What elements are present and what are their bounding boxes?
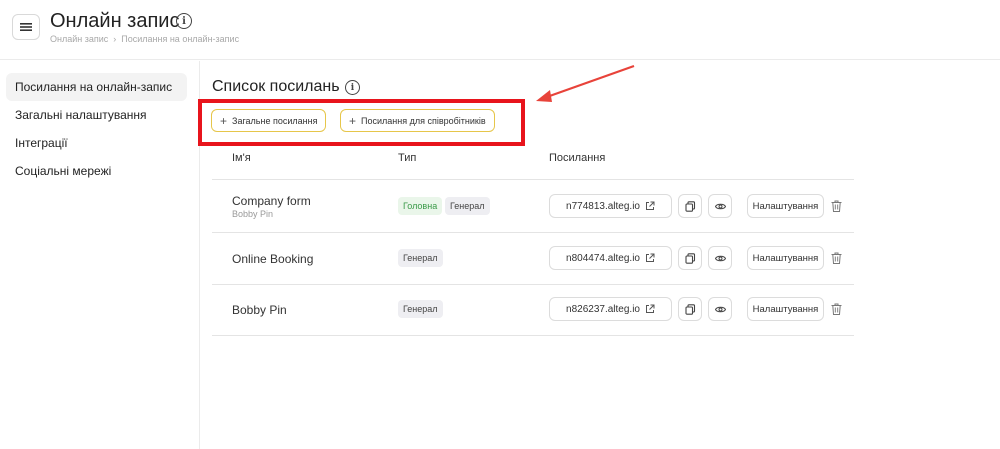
page-title: Онлайн запис	[50, 10, 180, 32]
divider	[212, 232, 854, 233]
copy-icon	[684, 303, 695, 315]
breadcrumb-item-links: Посилання на онлайн-запис	[121, 34, 240, 44]
link-field[interactable]: n804474.alteg.io	[549, 246, 672, 270]
column-header-type: Тип	[398, 152, 417, 164]
link-text: n826237.alteg.io	[566, 303, 640, 315]
eye-icon	[714, 203, 726, 209]
row-subtitle: Bobby Pin	[232, 209, 274, 219]
sidebar: Посилання на онлайн-запис Загальні налаш…	[0, 61, 200, 449]
tag-general: Генерал	[398, 249, 443, 267]
tag-main: Головна	[398, 197, 443, 215]
sidebar-item-integrations[interactable]: Інтеграції	[6, 129, 187, 157]
copy-button[interactable]	[678, 194, 702, 218]
external-link-icon[interactable]	[645, 253, 655, 263]
arrow-annotation	[536, 64, 635, 102]
copy-icon	[684, 200, 695, 212]
hamburger-icon	[20, 23, 32, 31]
trash-icon[interactable]	[831, 200, 842, 212]
eye-icon	[714, 255, 726, 261]
divider	[212, 179, 854, 180]
breadcrumb-item-online-booking[interactable]: Онлайн запис	[50, 34, 108, 44]
info-icon[interactable]: i	[345, 80, 360, 95]
copy-button[interactable]	[678, 297, 702, 321]
row-name: Online Booking	[232, 252, 314, 266]
app-header: Онлайн запис i Онлайн запис › Посилання …	[0, 0, 1000, 60]
column-header-link: Посилання	[549, 152, 606, 164]
sidebar-item-booking-links[interactable]: Посилання на онлайн-запис	[6, 73, 187, 101]
external-link-icon[interactable]	[645, 304, 655, 314]
sidebar-item-general-settings[interactable]: Загальні налаштування	[6, 101, 187, 129]
external-link-icon[interactable]	[645, 201, 655, 211]
breadcrumb: Онлайн запис › Посилання на онлайн-запис	[50, 34, 239, 44]
eye-icon	[714, 306, 726, 312]
divider	[212, 335, 854, 336]
chevron-right-icon: ›	[113, 34, 117, 44]
column-header-name: Ім'я	[232, 152, 251, 164]
settings-button[interactable]: Налаштування	[747, 246, 824, 270]
link-field[interactable]: n826237.alteg.io	[549, 297, 672, 321]
row-name: Company form	[232, 194, 311, 208]
tag-general: Генерал	[398, 300, 443, 318]
menu-button[interactable]	[12, 14, 40, 40]
settings-button[interactable]: Налаштування	[747, 297, 824, 321]
preview-button[interactable]	[708, 246, 732, 270]
section-title: Список посилань	[212, 78, 340, 95]
settings-button[interactable]: Налаштування	[747, 194, 824, 218]
copy-icon	[684, 252, 695, 264]
sidebar-item-social-networks[interactable]: Соціальні мережі	[6, 157, 187, 185]
trash-icon[interactable]	[831, 252, 842, 264]
row-name: Bobby Pin	[232, 303, 287, 317]
preview-button[interactable]	[708, 194, 732, 218]
link-text: n804474.alteg.io	[566, 252, 640, 264]
preview-button[interactable]	[708, 297, 732, 321]
info-icon[interactable]: i	[176, 13, 192, 29]
divider	[212, 284, 854, 285]
highlight-box	[198, 99, 525, 146]
trash-icon[interactable]	[831, 303, 842, 315]
link-text: n774813.alteg.io	[566, 200, 640, 212]
link-field[interactable]: n774813.alteg.io	[549, 194, 672, 218]
copy-button[interactable]	[678, 246, 702, 270]
tag-general: Генерал	[445, 197, 490, 215]
